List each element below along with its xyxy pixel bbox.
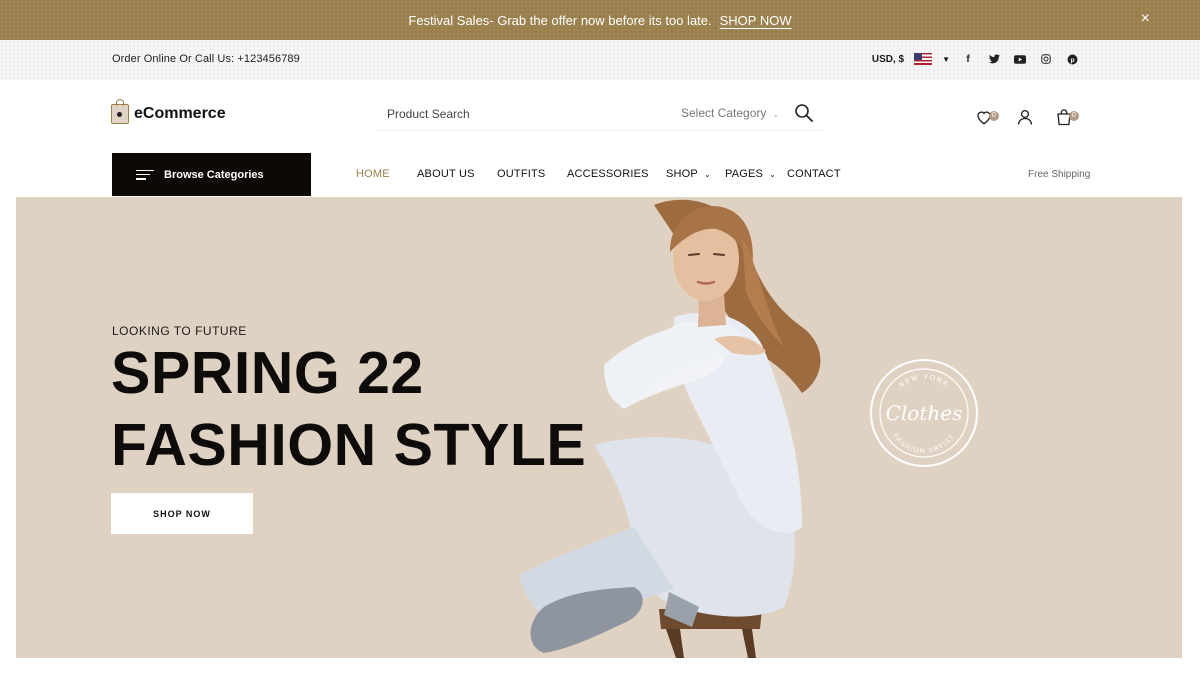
nav-accessories[interactable]: ACCESSORIES <box>567 168 649 180</box>
nav-shop-label: SHOP <box>666 168 698 180</box>
search-input[interactable] <box>376 98 636 129</box>
search-icon[interactable] <box>794 103 814 123</box>
user-account-icon[interactable] <box>1016 108 1036 128</box>
nav-about-us[interactable]: ABOUT US <box>417 168 475 180</box>
promo-message: Festival Sales- Grab the offer now befor… <box>408 12 712 28</box>
hero-shop-now-button[interactable]: SHOP NOW <box>111 493 253 534</box>
twitter-icon[interactable] <box>986 51 1002 67</box>
promo-bar: Festival Sales- Grab the offer now befor… <box>0 0 1200 40</box>
chevron-down-icon: ⌄ <box>772 110 780 119</box>
promo-shop-now-link[interactable]: SHOP NOW <box>720 13 792 28</box>
cart-bag-icon[interactable]: 0 <box>1055 108 1079 128</box>
stamp-bottom-text: FASHION ARTIST <box>891 433 955 455</box>
utility-right: USD, $ ▼ f p <box>872 51 1080 67</box>
nav-pages[interactable]: PAGES ⌄ <box>725 168 776 180</box>
fashion-model-image <box>519 199 821 658</box>
product-search-bar: Select Category ⌄ <box>376 97 822 131</box>
nav-home[interactable]: HOME <box>356 168 390 180</box>
hero-title-line1: SPRING 22 <box>111 340 424 406</box>
instagram-icon[interactable] <box>1038 51 1054 67</box>
stamp-center-text: Clothes <box>886 401 963 425</box>
logo-text: eCommerce <box>134 105 226 122</box>
wishlist-heart-icon[interactable]: 0 <box>975 108 999 128</box>
site-logo[interactable]: eCommerce <box>111 99 226 124</box>
nav-pages-label: PAGES <box>725 168 764 180</box>
hero-banner: LOOKING TO FUTURE SPRING 22 FASHION STYL… <box>16 197 1182 658</box>
svg-text:NEW YORK: NEW YORK <box>898 374 950 389</box>
nav-shop[interactable]: SHOP ⌄ <box>666 168 711 180</box>
facebook-icon[interactable]: f <box>960 51 976 67</box>
hero-eyebrow: LOOKING TO FUTURE <box>112 324 247 338</box>
us-flag-icon[interactable] <box>914 53 933 65</box>
clothes-stamp-logo: NEW YORK FASHION ARTIST Clothes <box>870 359 978 467</box>
shopping-bag-logo-icon <box>111 99 129 124</box>
chevron-down-icon: ⌄ <box>769 170 776 179</box>
browse-categories-button[interactable]: Browse Categories <box>112 153 311 196</box>
pinterest-icon[interactable]: p <box>1064 51 1080 67</box>
close-icon[interactable]: × <box>1141 10 1150 28</box>
chevron-down-icon[interactable]: ▼ <box>942 55 950 64</box>
contact-phone: Order Online Or Call Us: +123456789 <box>112 53 300 65</box>
utility-bar: Order Online Or Call Us: +123456789 USD,… <box>0 40 1200 80</box>
cart-count-badge: 0 <box>1069 111 1079 121</box>
free-shipping-note: Free Shipping <box>1028 169 1091 180</box>
browse-categories-label: Browse Categories <box>164 168 264 181</box>
nav-outfits[interactable]: OUTFITS <box>497 168 545 180</box>
svg-text:p: p <box>1070 56 1074 63</box>
stamp-top-text: NEW YORK <box>898 374 948 389</box>
menu-icon <box>136 169 154 180</box>
svg-text:FASHION ARTIST: FASHION ARTIST <box>891 433 956 455</box>
chevron-down-icon: ⌄ <box>703 170 711 179</box>
category-select-label: Select Category <box>681 106 767 120</box>
wishlist-count-badge: 0 <box>989 111 999 121</box>
nav-contact[interactable]: CONTACT <box>787 168 841 180</box>
category-select[interactable]: Select Category ⌄ <box>681 106 779 120</box>
youtube-icon[interactable] <box>1012 51 1028 67</box>
currency-selector[interactable]: USD, $ <box>872 54 904 65</box>
